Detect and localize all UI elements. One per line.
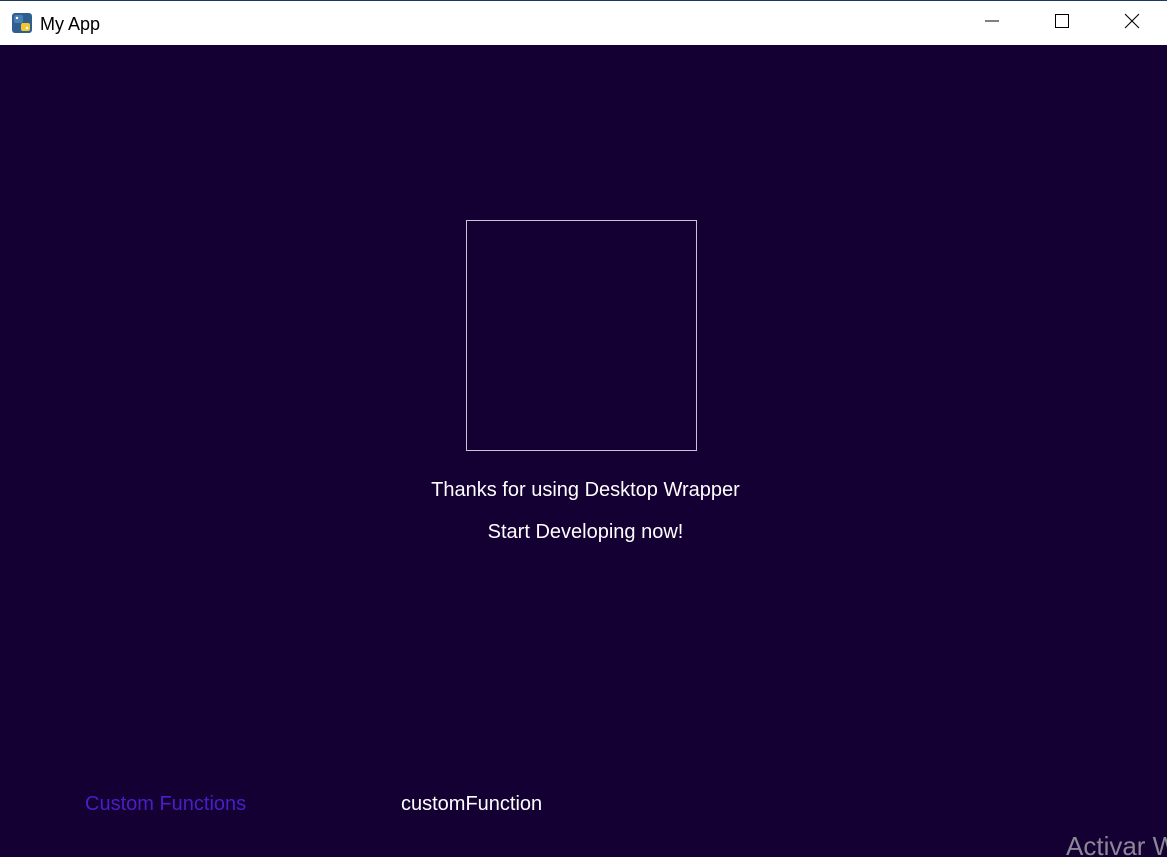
maximize-icon	[1054, 13, 1070, 34]
maximize-button[interactable]	[1027, 1, 1097, 45]
minimize-icon	[984, 13, 1000, 34]
window-title: My App	[40, 14, 101, 34]
custom-function-name: customFunction	[401, 793, 543, 815]
python-icon	[11, 12, 33, 34]
custom-functions-link[interactable]: Custom Functions	[85, 792, 246, 816]
title-bar[interactable]: My App	[0, 0, 1167, 45]
image-placeholder	[466, 220, 697, 451]
close-icon	[1124, 13, 1140, 34]
minimize-button[interactable]	[957, 1, 1027, 45]
activation-watermark: Activar W	[1066, 831, 1167, 857]
start-message: Start Developing now!	[487, 521, 684, 543]
app-window: My App Thanks for using Desktop Wrapper …	[0, 0, 1167, 857]
close-button[interactable]	[1097, 1, 1167, 45]
thanks-message: Thanks for using Desktop Wrapper	[431, 479, 740, 501]
main-content: Thanks for using Desktop Wrapper Start D…	[0, 45, 1167, 857]
